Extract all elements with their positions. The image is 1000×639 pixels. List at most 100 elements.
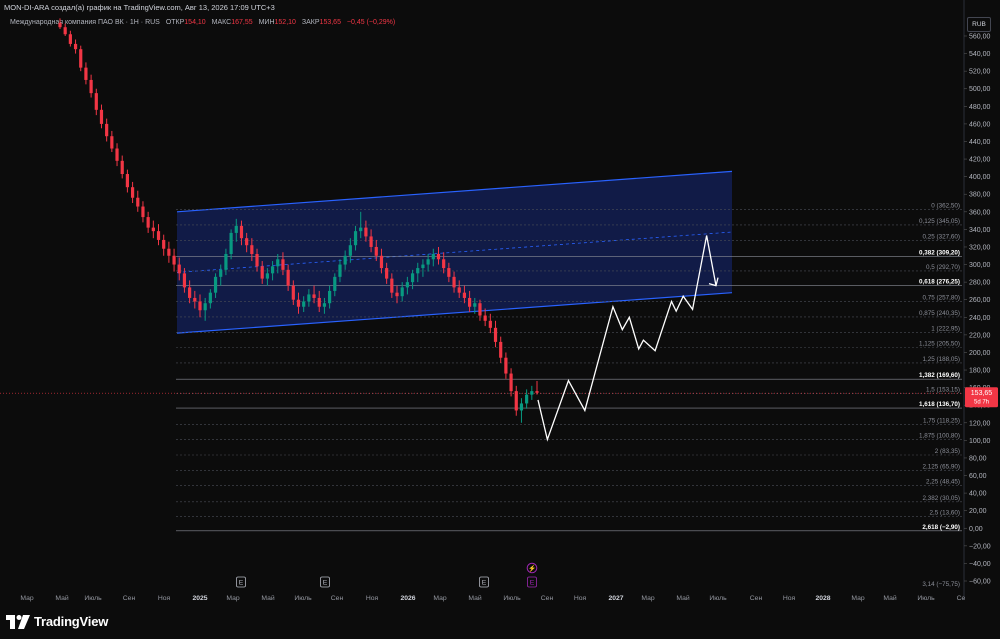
price-tick-label: 560,00 (969, 34, 991, 41)
tradingview-logo[interactable]: TradingView (6, 614, 108, 629)
event-marker-label: E (482, 580, 487, 587)
price-channel[interactable] (176, 170, 733, 334)
price-tick-label: −40,00 (969, 561, 991, 568)
fib-level-label: 0 (362,50) (931, 203, 960, 210)
price-chart[interactable]: 0 (362,50) 0,125 (345,05) 0,25 (327,60) 0,3… (0, 0, 1000, 608)
price-tick-label: 360,00 (969, 209, 991, 216)
candle-body (172, 255, 176, 265)
time-axis-label: Се (957, 595, 966, 602)
fib-level-label: 1,875 (100,80) (919, 433, 960, 440)
candle-body (390, 278, 394, 293)
candle-body (120, 160, 124, 175)
candle-body (58, 22, 62, 28)
candle-body (369, 236, 373, 247)
candle-body (286, 269, 290, 286)
candle-body (478, 303, 482, 316)
fib-level-label: 1,5 (153,15) (926, 387, 960, 394)
price-tick-label: 440,00 (969, 139, 991, 146)
fib-level-label: 2,125 (65,90) (923, 463, 960, 470)
candle-body (431, 254, 435, 260)
price-tick-label: 540,00 (969, 51, 991, 58)
candle-body (348, 245, 352, 256)
candle-body (379, 255, 384, 269)
candle-body (436, 254, 441, 260)
candle-body (281, 259, 285, 270)
event-marker-label: E (239, 580, 244, 587)
time-axis-label: 2028 (815, 595, 830, 602)
candle-body (110, 136, 114, 149)
candle-body (519, 403, 524, 411)
price-tick-label: 320,00 (969, 244, 991, 251)
price-tick-label: 60,00 (969, 473, 987, 480)
candle-body (245, 238, 249, 246)
candle-body (400, 287, 404, 297)
candle-body (260, 266, 264, 279)
candle-body (213, 276, 218, 293)
candle-body (395, 292, 399, 297)
fib-level-label: 2,5 (13,60) (930, 509, 960, 516)
candle-body (73, 43, 78, 50)
candle-body (447, 268, 451, 277)
time-axis-label: Ноя (366, 595, 379, 602)
time-axis-label: Май (883, 594, 897, 602)
time-axis-label: Мар (226, 595, 240, 602)
time-axis-label: Сен (750, 595, 763, 602)
price-badge-countdown: 5d 7h (974, 400, 989, 406)
price-tick-label: 460,00 (969, 121, 991, 128)
price-tick-label: 100,00 (969, 438, 991, 445)
price-tick-label: 280,00 (969, 280, 991, 287)
time-axis-label: Май (55, 594, 69, 602)
candle-body (457, 287, 461, 293)
candle-body (84, 67, 88, 80)
candle-body (79, 49, 83, 68)
price-tick-label: 0,00 (969, 526, 983, 533)
time-axis[interactable]: Мар Май Июль Сен Ноя 2025 Мар Май Июль Сен Ноя 2026… (20, 594, 965, 602)
candle-body (514, 391, 518, 411)
candle-body (239, 225, 244, 239)
time-axis-label: Июль (294, 595, 312, 602)
candle-body (374, 246, 378, 256)
candle-body (442, 259, 446, 269)
time-axis-label: Мар (433, 595, 447, 602)
time-axis-label: Мар (20, 595, 34, 602)
candle-body (312, 294, 316, 298)
time-axis-label: Сен (123, 595, 136, 602)
event-marker-label: ⚡ (528, 565, 536, 573)
time-axis-label: 2026 (400, 595, 415, 602)
candle-body (333, 276, 337, 291)
price-tick-label: 80,00 (969, 455, 987, 462)
price-axis[interactable]: 560,00 540,00 520,00 500,00 480,00 460,00 440,… (963, 0, 991, 600)
candle-body (63, 27, 67, 35)
candle-body (410, 273, 415, 283)
candle-body (426, 259, 430, 265)
price-tick-label: 240,00 (969, 315, 991, 322)
candle-body (307, 294, 311, 302)
fib-level-label: 0,125 (345,05) (919, 218, 960, 225)
candle-body (416, 268, 420, 274)
fib-level-label: 1,618 (136,70) (919, 401, 960, 408)
candle-body (364, 227, 368, 237)
price-tick-label: 260,00 (969, 297, 991, 304)
event-markers[interactable]: E E E E ⚡ (236, 562, 538, 588)
tradingview-logo-text: TradingView (34, 614, 109, 629)
price-tick-label: 120,00 (969, 420, 991, 427)
candle-body (483, 315, 487, 321)
candle-body (302, 301, 306, 307)
candle-body (177, 264, 181, 274)
fib-level-label: 2,25 (48,45) (926, 479, 960, 486)
candle-body (504, 357, 508, 374)
price-badge-value: 153,65 (971, 390, 993, 397)
candle-body (94, 93, 98, 110)
time-axis-label: Июль (503, 595, 521, 602)
price-tick-label: 40,00 (969, 491, 987, 498)
candle-body (89, 79, 93, 94)
candle-body (317, 297, 321, 307)
price-tick-label: 300,00 (969, 262, 991, 269)
fib-level-label: 0,5 (292,70) (926, 264, 960, 271)
candle-body (359, 227, 363, 232)
candle-body (167, 248, 171, 256)
time-axis-label: Ноя (783, 595, 796, 602)
fib-level-label: 0,75 (257,80) (923, 295, 960, 302)
time-axis-label: 2025 (192, 595, 207, 602)
candle-body (353, 231, 358, 246)
